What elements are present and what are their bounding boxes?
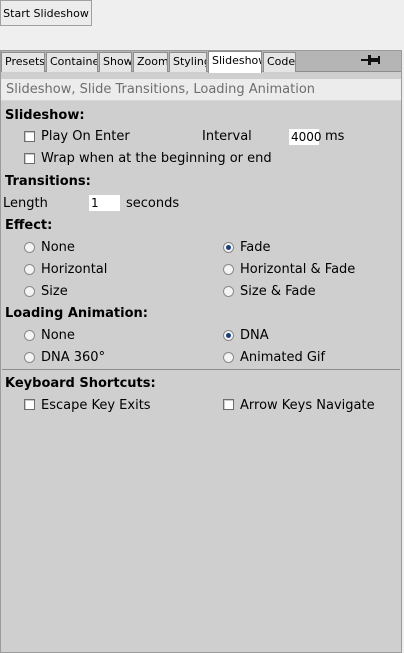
- length-input[interactable]: 1: [88, 194, 121, 212]
- effect-none-radio[interactable]: [24, 242, 35, 253]
- effect-fade-radio[interactable]: [223, 242, 234, 253]
- effect-size-fade-radio[interactable]: [223, 286, 234, 297]
- interval-input[interactable]: 4000: [288, 128, 322, 146]
- effect-horizontal-fade-label: Horizontal & Fade: [240, 262, 356, 277]
- loading-gif-radio[interactable]: [223, 352, 234, 363]
- loading-heading: Loading Animation:: [5, 306, 148, 321]
- loading-dna360-radio[interactable]: [24, 352, 35, 363]
- tab-bar: Presets Container Show Zoom Styling Slid…: [1, 51, 401, 73]
- tab-container[interactable]: Container: [46, 52, 98, 72]
- divider: [2, 369, 400, 370]
- length-unit: seconds: [126, 196, 180, 211]
- tab-code[interactable]: Code: [263, 52, 296, 72]
- effect-horizontal-fade-radio[interactable]: [223, 264, 234, 275]
- arrow-keys-label: Arrow Keys Navigate: [240, 398, 375, 413]
- keyboard-heading: Keyboard Shortcuts:: [5, 376, 156, 391]
- arrow-keys-checkbox[interactable]: [223, 399, 234, 410]
- settings-panel: Presets Container Show Zoom Styling Slid…: [0, 50, 402, 653]
- tab-zoom[interactable]: Zoom: [133, 52, 168, 72]
- effect-size-label: Size: [41, 284, 68, 299]
- tab-styling[interactable]: Styling: [169, 52, 207, 72]
- effect-horizontal-label: Horizontal: [41, 262, 108, 277]
- start-slideshow-button[interactable]: Start Slideshow: [0, 0, 92, 26]
- effect-size-fade-label: Size & Fade: [240, 284, 316, 299]
- loading-gif-label: Animated Gif: [240, 350, 326, 365]
- interval-unit: ms: [325, 129, 345, 144]
- play-on-enter-checkbox[interactable]: [24, 131, 35, 142]
- tab-show[interactable]: Show: [99, 52, 132, 72]
- transitions-heading: Transitions:: [5, 174, 91, 189]
- tab-slideshow[interactable]: Slideshow: [208, 51, 262, 73]
- effect-fade-label: Fade: [240, 240, 271, 255]
- escape-key-label: Escape Key Exits: [41, 398, 151, 413]
- loading-dna-label: DNA: [240, 328, 269, 343]
- pin-icon[interactable]: [361, 54, 381, 66]
- length-label: Length: [3, 196, 48, 211]
- loading-none-label: None: [41, 328, 75, 343]
- interval-label: Interval: [202, 129, 252, 144]
- loading-dna-radio[interactable]: [223, 330, 234, 341]
- wrap-label: Wrap when at the beginning or end: [41, 151, 272, 166]
- effect-size-radio[interactable]: [24, 286, 35, 297]
- wrap-checkbox[interactable]: [24, 153, 35, 164]
- escape-key-checkbox[interactable]: [24, 399, 35, 410]
- loading-dna360-label: DNA 360°: [41, 350, 106, 365]
- effect-horizontal-radio[interactable]: [24, 264, 35, 275]
- slideshow-heading: Slideshow:: [5, 108, 85, 123]
- effect-heading: Effect:: [5, 218, 53, 233]
- loading-none-radio[interactable]: [24, 330, 35, 341]
- play-on-enter-label: Play On Enter: [41, 129, 130, 144]
- section-subheader: Slideshow, Slide Transitions, Loading An…: [1, 79, 401, 101]
- tab-presets[interactable]: Presets: [1, 52, 45, 72]
- effect-none-label: None: [41, 240, 75, 255]
